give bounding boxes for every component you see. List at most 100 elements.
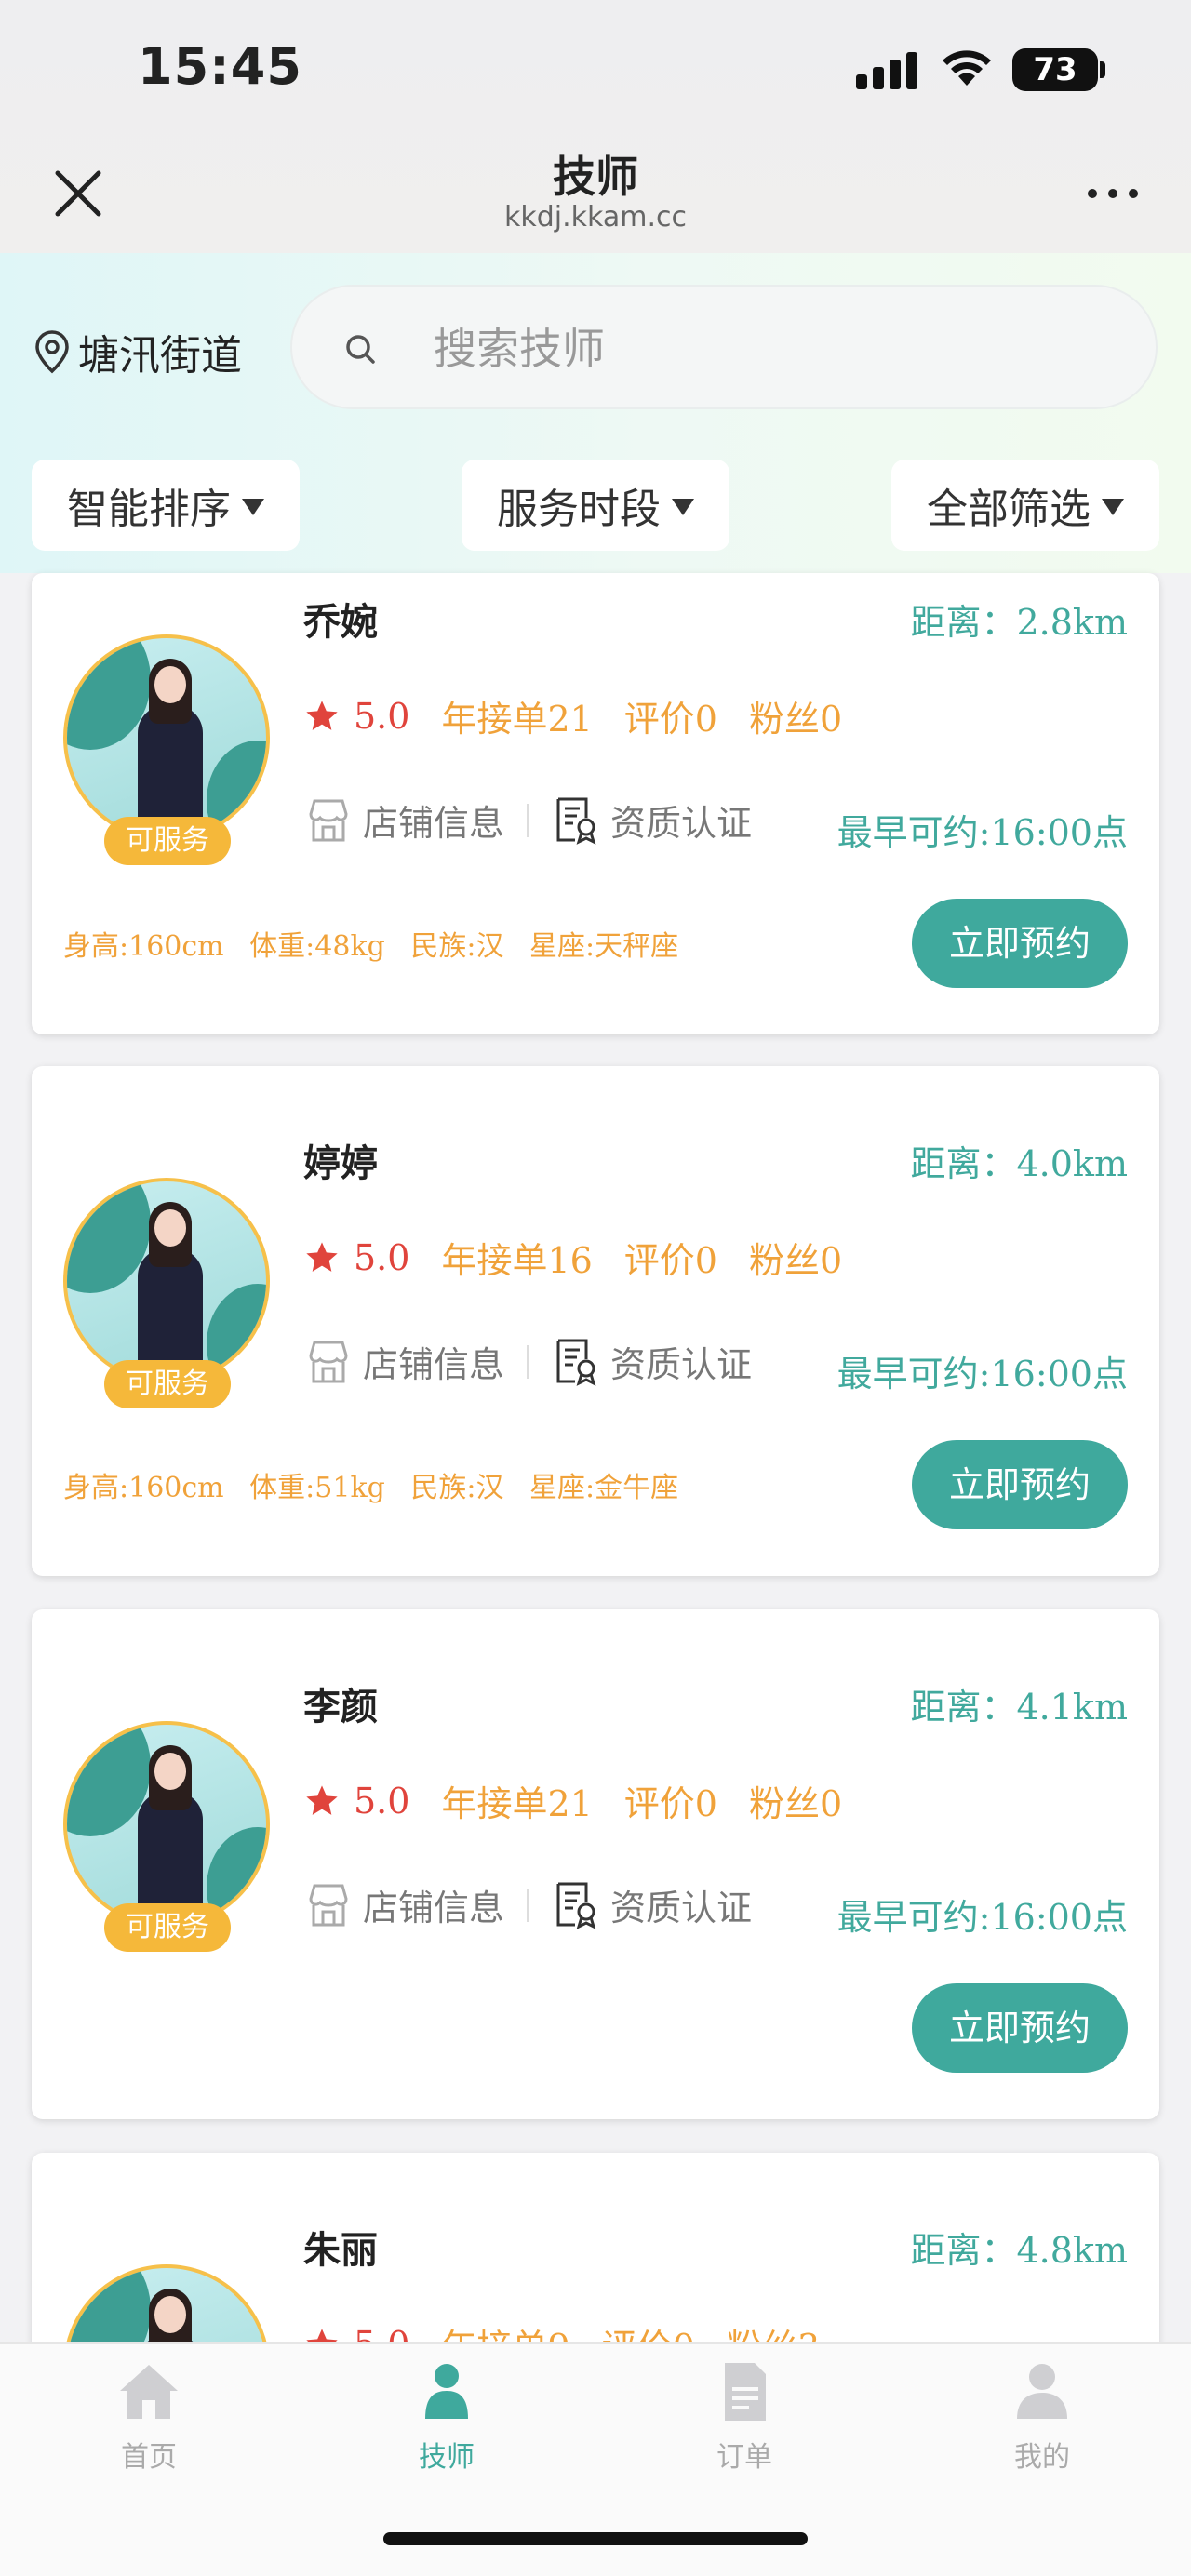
- search-input[interactable]: [434, 314, 1085, 383]
- attributes-row: 身高:160cm 体重:51kg 民族:汉 星座:金牛座: [63, 1464, 695, 1505]
- tab-home-label: 首页: [121, 2441, 177, 2474]
- height-attr: 身高:160cm: [63, 1472, 224, 1504]
- tab-profile-label: 我的: [1014, 2441, 1070, 2474]
- location-selector[interactable]: 塘汛街道: [33, 322, 242, 381]
- page-url: kkdj.kkam.cc: [503, 201, 687, 234]
- info-row: 店铺信息 资质认证: [303, 794, 752, 846]
- certificate-icon: [556, 797, 596, 845]
- more-options-icon[interactable]: [1085, 182, 1141, 205]
- shop-icon: [309, 1884, 348, 1926]
- sort-filter-button[interactable]: 智能排序: [32, 460, 300, 551]
- review-count: 评价0: [623, 1240, 717, 1281]
- shop-info-link[interactable]: 店铺信息: [363, 1336, 504, 1387]
- technician-name: 婷婷: [303, 1142, 378, 1185]
- technician-card[interactable]: 可服务 乔婉 距离：2.8km 5.0 年接单21 评价0 粉丝0 店铺信息 资…: [32, 573, 1159, 1034]
- rating-score: 5.0: [354, 695, 410, 737]
- sort-filter-label: 智能排序: [67, 486, 231, 533]
- location-label: 塘汛街道: [78, 332, 242, 380]
- home-icon: [120, 2365, 178, 2419]
- earliest-booking: 最早可约:16:00点: [836, 812, 1128, 853]
- star-icon: [306, 1784, 338, 1815]
- yearly-orders: 年接单21: [441, 1783, 593, 1824]
- available-badge: 可服务: [104, 817, 231, 865]
- distance-label: 距离：2.8km: [910, 602, 1129, 643]
- page-title: 技师: [553, 152, 638, 202]
- technician-avatar[interactable]: [63, 1721, 270, 1928]
- header-area: 15:45 73 技师 kkdj.kkam.cc: [0, 0, 1191, 253]
- home-indicator[interactable]: [383, 2532, 808, 2545]
- certificate-icon: [556, 1339, 596, 1386]
- time-filter-label: 服务时段: [497, 486, 661, 533]
- all-filter-button[interactable]: 全部筛选: [891, 460, 1159, 551]
- rating-row: 5.0 年接单21 评价0 粉丝0: [303, 690, 874, 741]
- height-attr: 身高:160cm: [63, 930, 224, 963]
- rating-score: 5.0: [354, 1780, 410, 1822]
- available-badge: 可服务: [104, 1903, 231, 1952]
- technician-card[interactable]: 可服务 李颜 距离：4.1km 5.0 年接单21 评价0 粉丝0 店铺信息 资…: [32, 1609, 1159, 2119]
- rating-row: 5.0 年接单16 评价0 粉丝0: [303, 1232, 874, 1283]
- tab-technician[interactable]: 技师: [372, 2361, 521, 2475]
- battery-indicator: 73: [1012, 48, 1098, 91]
- ethnicity-attr: 民族:汉: [410, 930, 504, 963]
- distance-label: 距离：4.0km: [910, 1143, 1129, 1184]
- book-now-button[interactable]: 立即预约: [912, 899, 1128, 988]
- shop-info-link[interactable]: 店铺信息: [363, 794, 504, 846]
- dropdown-arrow-icon: [242, 499, 264, 515]
- technician-icon: [425, 2364, 468, 2419]
- all-filter-label: 全部筛选: [927, 486, 1091, 533]
- review-count: 评价0: [623, 699, 717, 740]
- book-now-button[interactable]: 立即预约: [912, 1440, 1128, 1529]
- zodiac-attr: 星座:金牛座: [529, 1472, 679, 1504]
- fan-count: 粉丝0: [748, 699, 843, 740]
- available-badge: 可服务: [104, 1360, 231, 1408]
- attributes-row: 身高:160cm 体重:48kg 民族:汉 星座:天秤座: [63, 923, 695, 964]
- review-count: 评价0: [623, 1783, 717, 1824]
- time-filter-button[interactable]: 服务时段: [462, 460, 729, 551]
- earliest-booking: 最早可约:16:00点: [836, 1354, 1128, 1395]
- technician-card[interactable]: 可服务 婷婷 距离：4.0km 5.0 年接单16 评价0 粉丝0 店铺信息 资…: [32, 1066, 1159, 1576]
- fan-count: 粉丝0: [748, 1783, 843, 1824]
- profile-icon: [1017, 2364, 1067, 2419]
- status-time: 15:45: [138, 37, 302, 96]
- star-icon: [306, 700, 338, 730]
- tab-technician-label: 技师: [419, 2441, 475, 2474]
- technician-name: 李颜: [303, 1686, 378, 1728]
- dropdown-arrow-icon: [1102, 499, 1124, 515]
- location-pin-icon: [35, 330, 69, 374]
- battery-tip: [1100, 61, 1105, 78]
- qualification-link[interactable]: 资质认证: [610, 794, 752, 846]
- shop-info-link[interactable]: 店铺信息: [363, 1879, 504, 1930]
- qualification-link[interactable]: 资质认证: [610, 1879, 752, 1930]
- earliest-booking: 最早可约:16:00点: [836, 1897, 1128, 1938]
- fan-count: 粉丝0: [748, 1240, 843, 1281]
- rating-row: 5.0 年接单21 评价0 粉丝0: [303, 1775, 874, 1826]
- technician-avatar[interactable]: [63, 634, 270, 841]
- dropdown-arrow-icon: [672, 499, 694, 515]
- zodiac-attr: 星座:天秤座: [529, 930, 679, 963]
- shop-icon: [309, 1341, 348, 1382]
- cellular-signal-icon: [856, 52, 917, 89]
- info-row: 店铺信息 资质认证: [303, 1336, 752, 1387]
- ethnicity-attr: 民族:汉: [410, 1472, 504, 1504]
- technician-avatar[interactable]: [63, 1178, 270, 1384]
- search-icon: [346, 335, 375, 364]
- search-box[interactable]: [290, 285, 1158, 409]
- technician-name: 乔婉: [303, 601, 378, 644]
- book-now-button[interactable]: 立即预约: [912, 1983, 1128, 2073]
- yearly-orders: 年接单21: [441, 699, 593, 740]
- weight-attr: 体重:51kg: [249, 1472, 385, 1504]
- qualification-link[interactable]: 资质认证: [610, 1336, 752, 1387]
- tab-profile[interactable]: 我的: [968, 2361, 1117, 2475]
- order-icon: [725, 2363, 766, 2421]
- distance-label: 距离：4.1km: [910, 1687, 1129, 1728]
- info-row: 店铺信息 资质认证: [303, 1879, 752, 1930]
- distance-label: 距离：4.8km: [910, 2230, 1129, 2271]
- shop-icon: [309, 799, 348, 841]
- tab-orders[interactable]: 订单: [670, 2361, 819, 2475]
- rating-score: 5.0: [354, 1236, 410, 1278]
- tab-home[interactable]: 首页: [74, 2361, 223, 2475]
- wifi-icon: [943, 50, 991, 86]
- yearly-orders: 年接单16: [441, 1240, 593, 1281]
- technician-name: 朱丽: [303, 2229, 378, 2272]
- tab-orders-label: 订单: [716, 2441, 772, 2474]
